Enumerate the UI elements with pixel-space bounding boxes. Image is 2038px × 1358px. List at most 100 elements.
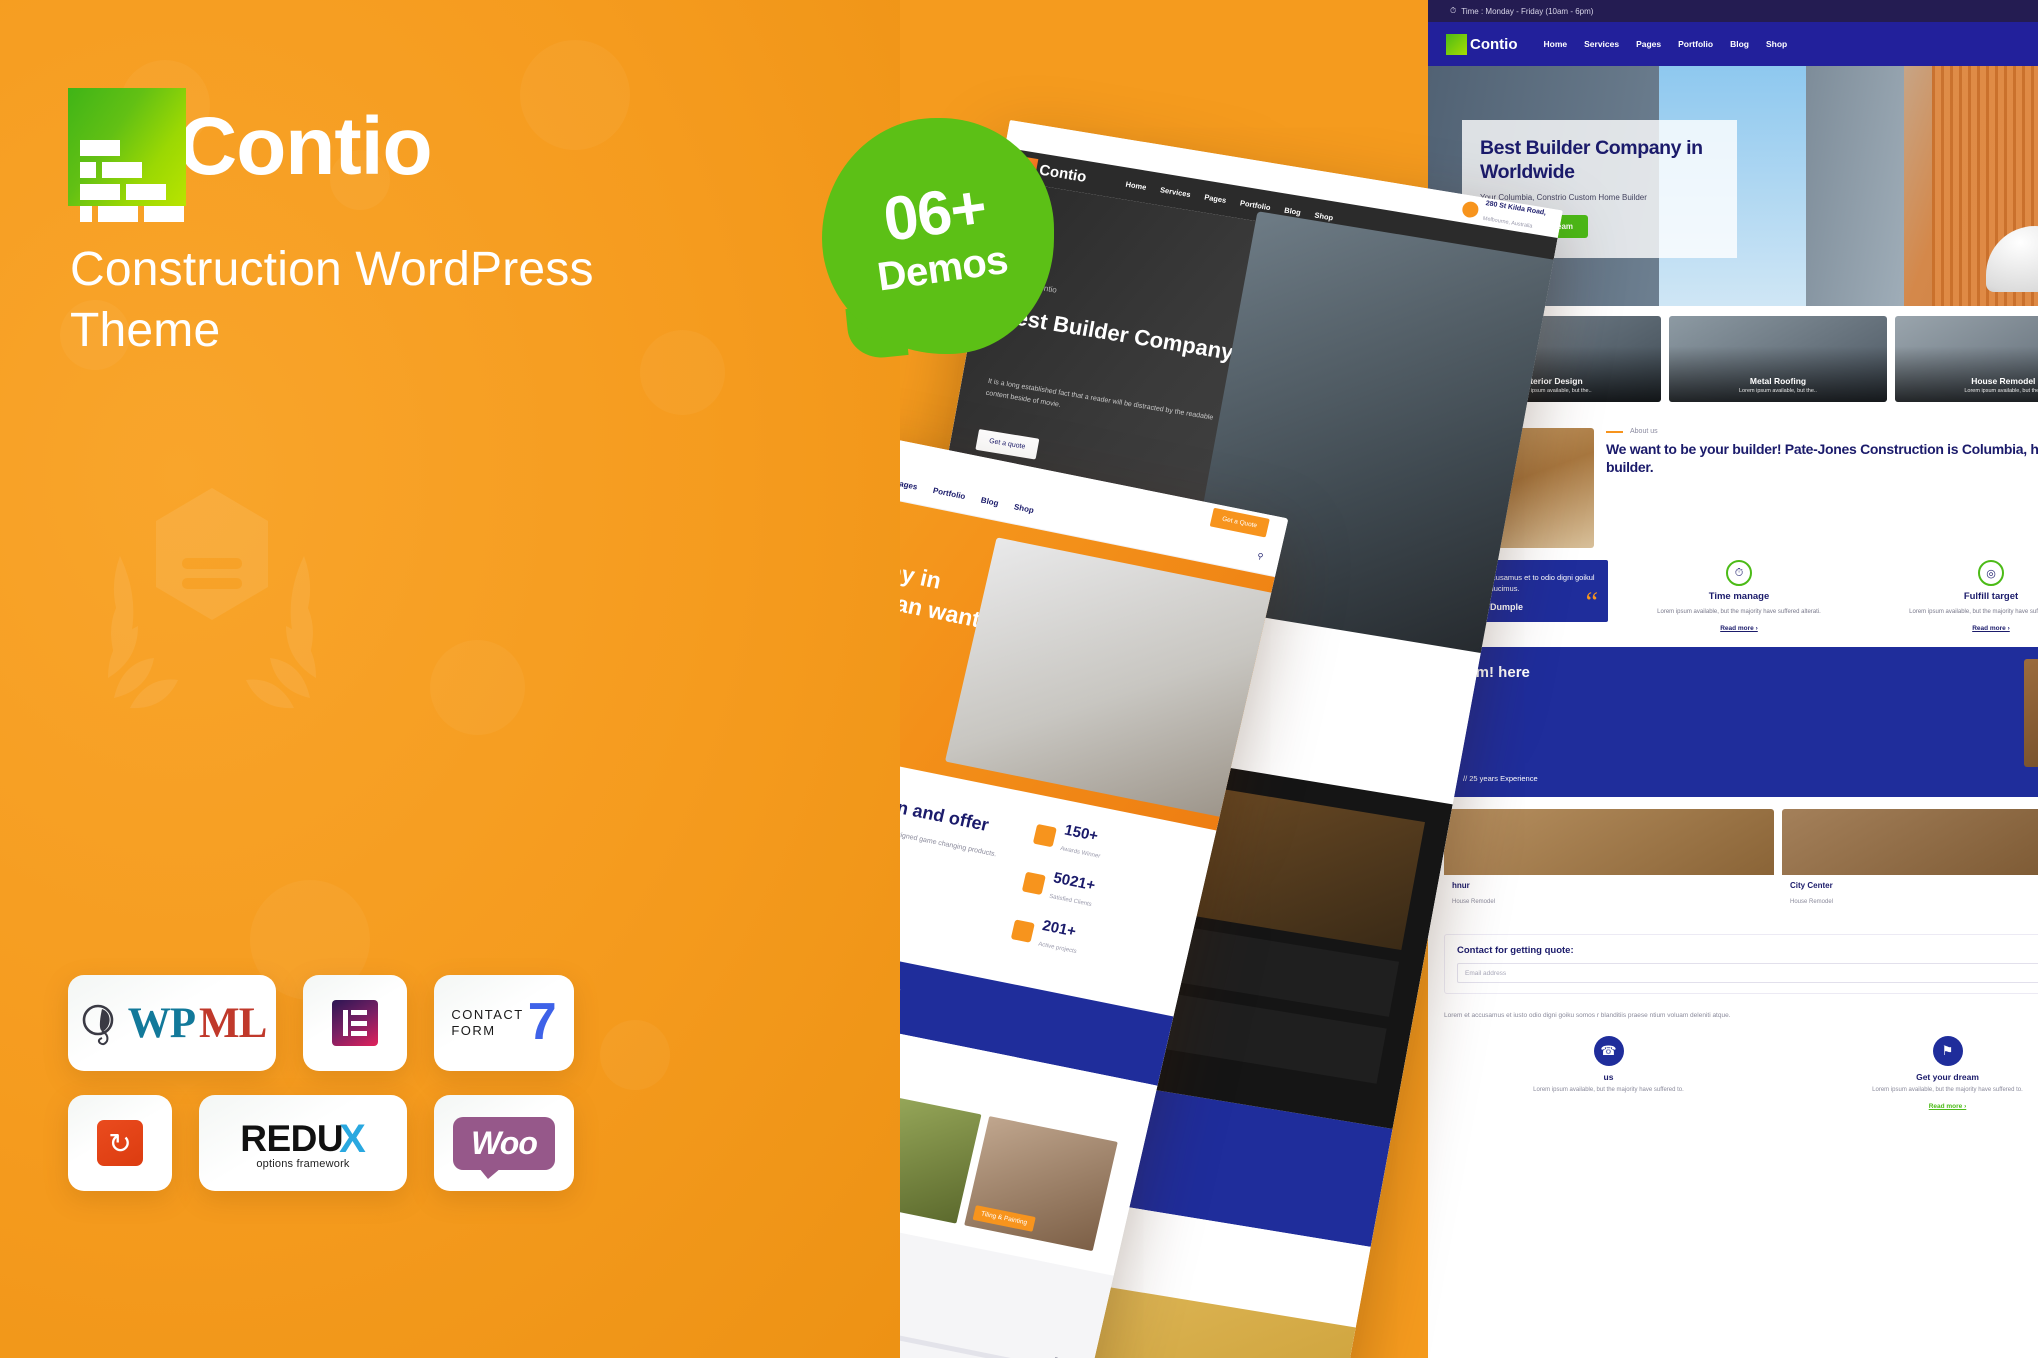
stat-value: 5021+ — [1051, 869, 1097, 895]
brand-name: Contio — [178, 101, 433, 192]
preview-nav-links[interactable]: Home Services Pages Portfolio Blog Shop — [1543, 39, 2038, 49]
project-gallery[interactable]: hnur House Remodel City Center House Rem… — [1428, 797, 2038, 929]
feature-readmore-link[interactable]: Read more › — [1972, 625, 2010, 632]
trophy-icon — [1010, 918, 1035, 943]
get-quote-button[interactable]: Get a quote — [975, 429, 1039, 460]
trophy-icon: ⚑ — [1932, 1035, 1963, 1066]
nav-item-services[interactable]: Services — [1159, 185, 1191, 199]
service-card[interactable]: House Remodel Lorem ipsum available, but… — [1894, 316, 2038, 402]
email-field[interactable]: Email address — [1457, 963, 2038, 984]
service-title: Metal Roofing — [1749, 376, 1807, 386]
contact-form-7-icon: CONTACT FORM 7 — [451, 996, 556, 1047]
redux-subtitle: options framework — [256, 1157, 350, 1170]
preview-navbar[interactable]: Contio Home Services Pages Portfolio Blo… — [1428, 22, 2038, 66]
nav-item-pages[interactable]: Pages — [1636, 39, 1661, 49]
service-desc: Lorem ipsum available, but the.. — [1739, 388, 1817, 394]
hero-title: Best Builder Company in Worldwide — [1480, 137, 1703, 184]
stat-label: Awards Winner — [1059, 845, 1101, 860]
stat-value: 150+ — [1062, 821, 1100, 845]
plugin-badge-contact-form-7[interactable]: CONTACT FORM 7 — [434, 975, 574, 1071]
project-title: hnur — [1452, 881, 1470, 891]
woo-word: Woo — [471, 1124, 538, 1161]
bottom-feature-link[interactable]: Read more › — [1929, 1103, 1967, 1110]
feature-readmore-link[interactable]: Read more › — [1720, 625, 1758, 632]
hero-photo — [944, 537, 1275, 819]
nav-item-blog[interactable]: Blog — [1730, 39, 1749, 49]
feature-desc: Lorem ipsum available, but the majority … — [1909, 608, 2038, 615]
nav-item-portfolio[interactable]: Portfolio — [932, 486, 966, 501]
plugin-badge-woocommerce[interactable]: Woo — [434, 1095, 574, 1191]
preview-topbar: ⏱ Time : Monday - Friday (10am - 6pm) f|… — [1428, 0, 2038, 22]
band-image — [2024, 659, 2038, 768]
stats-column: 150+ Awards Winner 5021+ Satisfied Clien… — [1006, 817, 1186, 990]
wpml-ml-text: ML — [199, 999, 267, 1047]
award-wreath-icon — [108, 488, 316, 709]
quote-icon: “ — [1585, 586, 1598, 618]
nav-item-shop[interactable]: Shop — [1013, 502, 1035, 515]
redux-x: X — [339, 1116, 366, 1161]
feature-row: vero eo accusamus et to odio digni goiku… — [1428, 556, 2038, 647]
plugin-badges: WP ML CONTACT FORM 7 ↻ REDU X options fr… — [68, 975, 608, 1215]
clock-icon: ⏱ — [1450, 6, 1457, 15]
bottom-feature-title: us — [1603, 1071, 1614, 1082]
brand-logo: Contio — [68, 88, 433, 222]
nav-item-shop[interactable]: Shop — [1766, 39, 1787, 49]
service-desc: Lorem ipsum available, but the.. — [1964, 388, 2038, 394]
nav-item-blog[interactable]: Blog — [980, 496, 999, 508]
stopwatch-icon: ⏱ — [1726, 560, 1752, 586]
band-title: dream! here — [1444, 664, 1530, 682]
plan-card-label: Tiling & Painting — [972, 1205, 1036, 1233]
page-title: Construction WordPress Theme — [70, 243, 594, 357]
feature-title: Time manage — [1708, 591, 1770, 602]
nav-item-blog[interactable]: Blog — [1284, 205, 1302, 217]
nav-item-portfolio[interactable]: Portfolio — [1239, 198, 1271, 212]
feature-title: Fulfill target — [1963, 591, 2019, 602]
trophy-icon — [1032, 823, 1058, 847]
stat-item: 201+ Active projects — [1009, 913, 1164, 975]
plugin-badge-revolution-slider[interactable]: ↻ — [68, 1095, 172, 1191]
project-image — [1444, 809, 1774, 876]
stat-label: Active projects — [1037, 941, 1078, 956]
nav-item-services[interactable]: Services — [1584, 39, 1619, 49]
brick-wall-icon — [1446, 33, 1467, 55]
plugin-badge-redux[interactable]: REDU X options framework — [199, 1095, 407, 1191]
bottom-feature-row: ☎ us Lorem ipsum available, but the majo… — [1428, 1031, 2038, 1128]
demos-count: 06+ — [879, 172, 991, 255]
stat-value: 201+ — [1040, 917, 1078, 941]
demos-badge: 06+ Demos — [822, 118, 1054, 361]
business-hours: Time : Monday - Friday (10am - 6pm) — [1461, 6, 1594, 16]
redux-word: REDU — [240, 1118, 344, 1159]
cf7-line1: CONTACT — [451, 1006, 524, 1022]
wpml-icon — [82, 1004, 114, 1046]
handshake-icon — [1021, 871, 1046, 895]
wpml-wp-text: WP — [127, 999, 196, 1047]
nav-item-home[interactable]: Home — [1543, 39, 1567, 49]
plugin-badge-elementor[interactable] — [303, 975, 407, 1071]
experience-band: dream! here // 25 years Experience — [1428, 647, 2038, 798]
project-card[interactable]: hnur House Remodel — [1444, 809, 1774, 916]
preview-logo[interactable]: Contio — [1446, 33, 1517, 55]
project-card[interactable]: City Center House Remodel — [1782, 809, 2038, 916]
plan-card[interactable]: Tiling & Painting — [964, 1116, 1118, 1252]
project-title: City Center — [1790, 881, 1833, 891]
bottom-feature-desc: Lorem ipsum available, but the majority … — [1533, 1086, 1684, 1093]
plugin-badge-wpml[interactable]: WP ML — [68, 975, 276, 1071]
revolution-slider-icon: ↻ — [97, 1120, 143, 1166]
bottom-feature-title: Get your dream — [1916, 1071, 1979, 1082]
project-category: House Remodel — [1790, 899, 1834, 906]
quote-form[interactable]: Contact for getting quote: Email address… — [1444, 934, 2038, 995]
nav-item-home[interactable]: Home — [1125, 179, 1147, 191]
phone-icon: ☎ — [1593, 1035, 1624, 1066]
hero-desc: It is a long established fact that a rea… — [985, 377, 1214, 422]
search-icon[interactable]: ⚲ — [1256, 551, 1264, 561]
bottom-feature-desc: Lorem ipsum available, but the majority … — [1872, 1086, 2023, 1093]
info-panel: Contio Construction WordPress Theme WP ML — [0, 0, 900, 1358]
feature-desc: Lorem ipsum available, but the majority … — [1657, 608, 1821, 615]
woocommerce-icon: Woo — [453, 1116, 555, 1179]
nav-item-pages[interactable]: Pages — [1204, 192, 1227, 204]
service-card[interactable]: Metal Roofing Lorem ipsum available, but… — [1669, 316, 1887, 402]
promo-banner: ⏱ Time : Monday - Friday (10am - 6pm) f|… — [0, 0, 2038, 1358]
nav-item-portfolio[interactable]: Portfolio — [1678, 39, 1713, 49]
bottom-feature: ☎ us Lorem ipsum available, but the majo… — [1444, 1035, 1773, 1114]
project-image — [1782, 809, 2038, 876]
